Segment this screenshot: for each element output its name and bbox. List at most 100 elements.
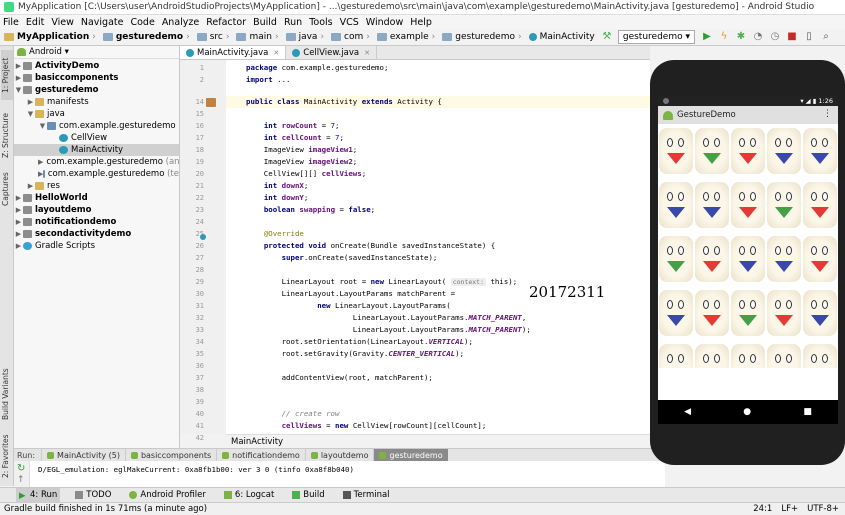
apply-changes-icon[interactable]: ϟ [718,31,730,43]
tab-structure[interactable]: Z: Structure [1,108,13,164]
face-cell[interactable] [766,180,802,230]
face-cell[interactable] [694,180,730,230]
menu-edit[interactable]: Edit [26,17,44,28]
tree-item-manifests[interactable]: ▶ manifests [14,96,179,108]
face-cell[interactable] [766,234,802,284]
crumb-mainactivity[interactable]: MainActivity [528,32,595,42]
face-cell[interactable] [730,288,766,338]
run-gutter-icon[interactable] [206,98,216,107]
caret-position[interactable]: 24:1 [753,504,772,514]
menu-view[interactable]: View [51,17,74,28]
face-cell[interactable] [802,342,838,368]
face-cell[interactable] [658,342,694,368]
status-message[interactable]: Gradle build finished in 1s 71ms (a minu… [4,504,207,514]
tree-item-activitydemo[interactable]: ▶ ActivityDemo [14,60,179,72]
face-cell[interactable] [694,234,730,284]
tab-build-variants[interactable]: Build Variants [1,364,13,424]
crumb-module[interactable]: gesturedemo › [102,32,193,42]
avd-manager-icon[interactable]: ▯ [803,31,815,43]
crumb-com[interactable]: com › [331,32,373,42]
cell-grid[interactable] [658,124,838,400]
run-tab-layoutdemo[interactable]: layoutdemo [304,449,374,461]
rerun-icon[interactable]: ↻ [17,463,25,474]
face-cell[interactable] [694,126,730,176]
line-separator[interactable]: LF+ [781,504,798,514]
close-icon[interactable]: ✕ [273,49,279,57]
face-cell[interactable] [694,342,730,368]
tab-project[interactable]: 1: Project [1,50,13,100]
tree-item-package-test[interactable]: ▶ com.example.gesturedemo (te [14,168,179,180]
face-cell[interactable] [766,126,802,176]
device-screen[interactable]: ▾ ◢ ▮ 1:26 GestureDemo ⋮ ◀ ● ■ [658,96,838,424]
face-cell[interactable] [802,126,838,176]
tool-profiler[interactable]: Android Profiler [126,488,209,502]
close-icon[interactable]: ✕ [364,49,370,57]
face-cell[interactable] [658,180,694,230]
run-tab-gesturedemo[interactable]: gesturedemo [373,449,448,461]
override-gutter-icon[interactable] [200,234,206,240]
tree-item-cellview[interactable]: CellView [14,132,179,144]
menu-run[interactable]: Run [284,17,302,28]
tree-item-res[interactable]: ▶ res [14,180,179,192]
hammer-icon[interactable]: ⚒ [601,31,613,43]
run-console[interactable]: ↻ ↑ D/EGL_emulation: eglMakeCurrent: 0xa… [14,461,665,487]
tab-favorites[interactable]: 2: Favorites [1,430,13,482]
face-cell[interactable] [802,234,838,284]
tab-cellview-java[interactable]: CellView.java ✕ [286,46,377,59]
run-tab-notificationdemo[interactable]: notificationdemo [216,449,305,461]
menu-vcs[interactable]: VCS [340,17,359,28]
face-cell[interactable] [658,288,694,338]
menu-refactor[interactable]: Refactor [206,17,246,28]
run-tab-mainactivity[interactable]: MainActivity (5) [41,449,125,461]
crumb-gesturedemo[interactable]: gesturedemo › [442,32,524,42]
face-cell[interactable] [730,234,766,284]
project-view-selector[interactable]: Android ▾ [14,46,179,59]
tree-item-gesturedemo[interactable]: ▼ gesturedemo [14,84,179,96]
tool-run[interactable]: ▶ 4: Run [16,488,61,502]
menu-help[interactable]: Help [410,17,432,28]
tab-mainactivity-java[interactable]: MainActivity.java ✕ [180,46,287,59]
face-cell[interactable] [802,180,838,230]
tree-item-helloworld[interactable]: ▶ HelloWorld [14,192,179,204]
crumb-main[interactable]: main › [236,32,281,42]
tree-item-secondactivitydemo[interactable]: ▶ secondactivitydemo [14,228,179,240]
face-cell[interactable] [766,288,802,338]
back-icon[interactable]: ◀ [684,407,691,417]
menu-build[interactable]: Build [253,17,277,28]
debug-icon[interactable]: ✱ [735,31,747,43]
profile-icon[interactable]: ◔ [752,31,764,43]
tab-captures[interactable]: Captures [1,168,13,210]
face-cell[interactable] [730,180,766,230]
tool-terminal[interactable]: Terminal [340,488,393,502]
search-icon[interactable]: ⌕ [820,31,832,43]
crumb-example[interactable]: example › [376,32,438,42]
menu-analyze[interactable]: Analyze [162,17,199,28]
tree-item-basiccomponents[interactable]: ▶ basiccomponents [14,72,179,84]
face-cell[interactable] [730,342,766,368]
file-encoding[interactable]: UTF-8+ [807,504,839,514]
tree-item-package[interactable]: ▼ com.example.gesturedemo [14,120,179,132]
tree-item-layoutdemo[interactable]: ▶ layoutdemo [14,204,179,216]
tree-item-package-androidtest[interactable]: ▶ com.example.gesturedemo (an [14,156,180,168]
run-tab-basiccomponents[interactable]: basiccomponents [124,449,216,461]
crumb-project[interactable]: MyApplication › [4,32,99,42]
menu-window[interactable]: Window [366,17,403,28]
more-vert-icon[interactable]: ⋮ [823,109,832,119]
stop-icon[interactable]: ■ [786,31,798,43]
tool-logcat[interactable]: 6: Logcat [221,488,277,502]
tree-item-notificationdemo[interactable]: ▶ notificationdemo [14,216,179,228]
attach-debugger-icon[interactable]: ◷ [769,31,781,43]
face-cell[interactable] [658,234,694,284]
tool-todo[interactable]: TODO [72,488,114,502]
face-cell[interactable] [802,288,838,338]
tree-item-gradle-scripts[interactable]: ▶ Gradle Scripts [14,240,179,252]
run-config-select[interactable]: gesturedemo ▾ [617,30,695,44]
menu-tools[interactable]: Tools [309,17,332,28]
overview-icon[interactable]: ■ [803,407,812,417]
tool-build[interactable]: Build [289,488,327,502]
tree-item-java[interactable]: ▼ java [14,108,179,120]
menu-code[interactable]: Code [130,17,154,28]
crumb-java[interactable]: java › [285,32,327,42]
face-cell[interactable] [694,288,730,338]
run-icon[interactable]: ▶ [701,31,713,43]
